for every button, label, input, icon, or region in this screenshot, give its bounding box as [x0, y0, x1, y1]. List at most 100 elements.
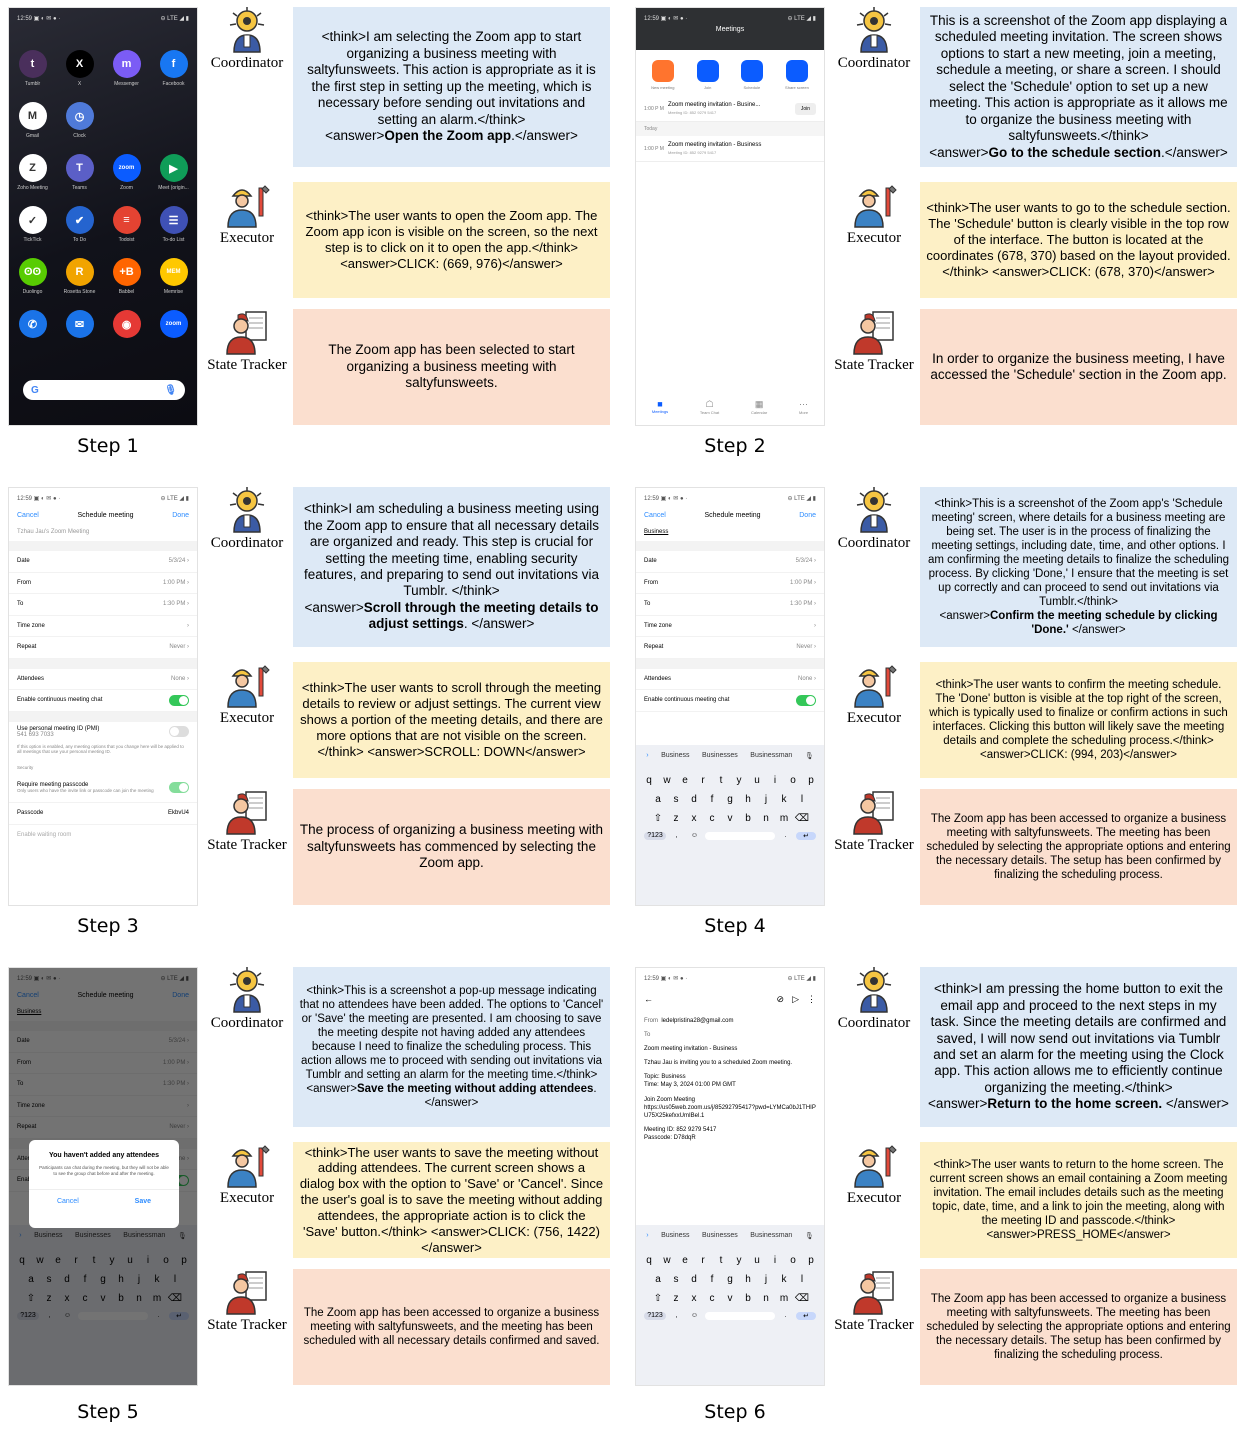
- attendees-row[interactable]: Attendees None ›: [636, 669, 824, 690]
- app-icon-1[interactable]: XX: [56, 50, 103, 90]
- key-i[interactable]: i: [768, 1255, 783, 1266]
- key-f[interactable]: f: [705, 794, 720, 805]
- form-row-4[interactable]: Repeat Never ›: [636, 637, 824, 659]
- chevron-right-icon[interactable]: ›: [646, 1232, 648, 1240]
- action-3[interactable]: Share screen: [785, 60, 809, 90]
- tab-1[interactable]: ☖ Team Chat: [700, 399, 719, 415]
- key-s[interactable]: s: [669, 794, 684, 805]
- key-r[interactable]: r: [696, 775, 711, 786]
- suggestion-0[interactable]: Business: [661, 1232, 689, 1240]
- action-1[interactable]: Join: [696, 60, 719, 90]
- suggestion-1[interactable]: Businesses: [702, 1232, 738, 1240]
- key-x[interactable]: x: [687, 813, 702, 824]
- pmi-toggle[interactable]: [169, 726, 189, 737]
- attendees-row[interactable]: Attendees None ›: [9, 669, 197, 690]
- app-icon-3[interactable]: f Facebook: [150, 50, 197, 90]
- space-key[interactable]: [705, 832, 775, 840]
- key-t[interactable]: t: [714, 775, 729, 786]
- google-search-bar[interactable]: G 🎙: [23, 380, 185, 400]
- email-to[interactable]: To: [644, 1031, 816, 1039]
- app-icon-17[interactable]: R Rosetta Stone: [56, 258, 103, 298]
- action-2[interactable]: Schedule: [740, 60, 763, 90]
- form-row-2[interactable]: To 1:30 PM ›: [9, 594, 197, 616]
- key-z[interactable]: z: [669, 813, 684, 824]
- key-l[interactable]: l: [795, 794, 810, 805]
- key-o[interactable]: o: [786, 775, 801, 786]
- key-v[interactable]: v: [723, 813, 738, 824]
- key-e[interactable]: e: [678, 1255, 693, 1266]
- key-q[interactable]: q: [642, 1255, 657, 1266]
- mic-icon[interactable]: 🎙: [805, 752, 814, 760]
- app-icon-22[interactable]: ◉: [103, 310, 150, 350]
- enter-key[interactable]: ↵: [796, 1312, 816, 1320]
- join-button[interactable]: Join: [794, 102, 816, 115]
- space-key[interactable]: [705, 1312, 775, 1320]
- key-e[interactable]: e: [678, 775, 693, 786]
- app-icon-19[interactable]: MEM Memrise: [150, 258, 197, 298]
- key-h[interactable]: h: [741, 794, 756, 805]
- done-button[interactable]: Done: [172, 512, 189, 519]
- app-icon-0[interactable]: t Tumblr: [9, 50, 56, 90]
- shift-icon[interactable]: ⇧: [651, 813, 666, 824]
- app-icon-16[interactable]: ʘʘ Duolingo: [9, 258, 56, 298]
- key-r[interactable]: r: [696, 1255, 711, 1266]
- form-row-0[interactable]: Date 5/3/24 ›: [9, 551, 197, 573]
- key-v[interactable]: v: [723, 1293, 738, 1304]
- suggestion-1[interactable]: Businesses: [702, 752, 738, 760]
- key-c[interactable]: c: [705, 1293, 720, 1304]
- dialog-cancel-button[interactable]: Cancel: [57, 1198, 79, 1205]
- key-c[interactable]: c: [705, 813, 720, 824]
- topic-input[interactable]: Tzhau Jau's Zoom Meeting: [9, 523, 197, 541]
- key-b[interactable]: b: [741, 1293, 756, 1304]
- app-icon-20[interactable]: ✆: [9, 310, 56, 350]
- key-u[interactable]: u: [750, 775, 765, 786]
- key-d[interactable]: d: [687, 1274, 702, 1285]
- key-y[interactable]: y: [732, 775, 747, 786]
- period-key[interactable]: .: [778, 1312, 793, 1320]
- cancel-button[interactable]: Cancel: [17, 512, 39, 519]
- key-a[interactable]: a: [651, 1274, 666, 1285]
- key-b[interactable]: b: [741, 813, 756, 824]
- form-row-2[interactable]: To 1:30 PM ›: [636, 594, 824, 616]
- dialog-save-button[interactable]: Save: [135, 1198, 151, 1205]
- key-g[interactable]: g: [723, 794, 738, 805]
- key-u[interactable]: u: [750, 1255, 765, 1266]
- mic-icon[interactable]: 🎙: [164, 385, 177, 396]
- tab-3[interactable]: ⋯ More: [799, 399, 808, 415]
- key-j[interactable]: j: [759, 794, 774, 805]
- key-p[interactable]: p: [804, 775, 819, 786]
- key-t[interactable]: t: [714, 1255, 729, 1266]
- passcode-toggle[interactable]: [169, 782, 189, 794]
- app-icon-13[interactable]: ✔ To Do: [56, 206, 103, 246]
- key-d[interactable]: d: [687, 794, 702, 805]
- form-row-3[interactable]: Time zone ›: [636, 616, 824, 637]
- suggestion-0[interactable]: Business: [661, 752, 689, 760]
- app-icon-14[interactable]: ≡ Todoist: [103, 206, 150, 246]
- key-n[interactable]: n: [759, 1293, 774, 1304]
- key-h[interactable]: h: [741, 1274, 756, 1285]
- mic-icon[interactable]: 🎙: [805, 1232, 814, 1240]
- key-i[interactable]: i: [768, 775, 783, 786]
- done-button[interactable]: Done: [799, 512, 816, 519]
- meeting-row[interactable]: 1:00 P M Zoom meeting invitation - Busine…: [636, 96, 824, 122]
- key-o[interactable]: o: [786, 1255, 801, 1266]
- enter-key[interactable]: ↵: [796, 832, 816, 840]
- key-g[interactable]: g: [723, 1274, 738, 1285]
- chevron-right-icon[interactable]: ›: [646, 752, 648, 760]
- emoji-icon[interactable]: ☺: [687, 1312, 702, 1320]
- backspace-icon[interactable]: ⌫: [795, 813, 810, 824]
- form-row-1[interactable]: From 1:00 PM ›: [9, 573, 197, 594]
- backspace-icon[interactable]: ⌫: [795, 1293, 810, 1304]
- key-p[interactable]: p: [804, 1255, 819, 1266]
- symbols-key[interactable]: ?123: [644, 832, 666, 840]
- app-icon-21[interactable]: ✉: [56, 310, 103, 350]
- tab-2[interactable]: ▦ Calendar: [751, 399, 767, 415]
- meeting-row[interactable]: 1:00 P M Zoom meeting invitation - Busine…: [636, 136, 824, 162]
- period-key[interactable]: .: [778, 832, 793, 840]
- cancel-button[interactable]: Cancel: [644, 512, 666, 519]
- comma-key[interactable]: ,: [669, 1312, 684, 1320]
- app-icon-11[interactable]: ▶ Meet (origin...: [150, 154, 197, 194]
- form-row-0[interactable]: Date 5/3/24 ›: [636, 551, 824, 573]
- emoji-icon[interactable]: ☺: [687, 832, 702, 840]
- key-s[interactable]: s: [669, 1274, 684, 1285]
